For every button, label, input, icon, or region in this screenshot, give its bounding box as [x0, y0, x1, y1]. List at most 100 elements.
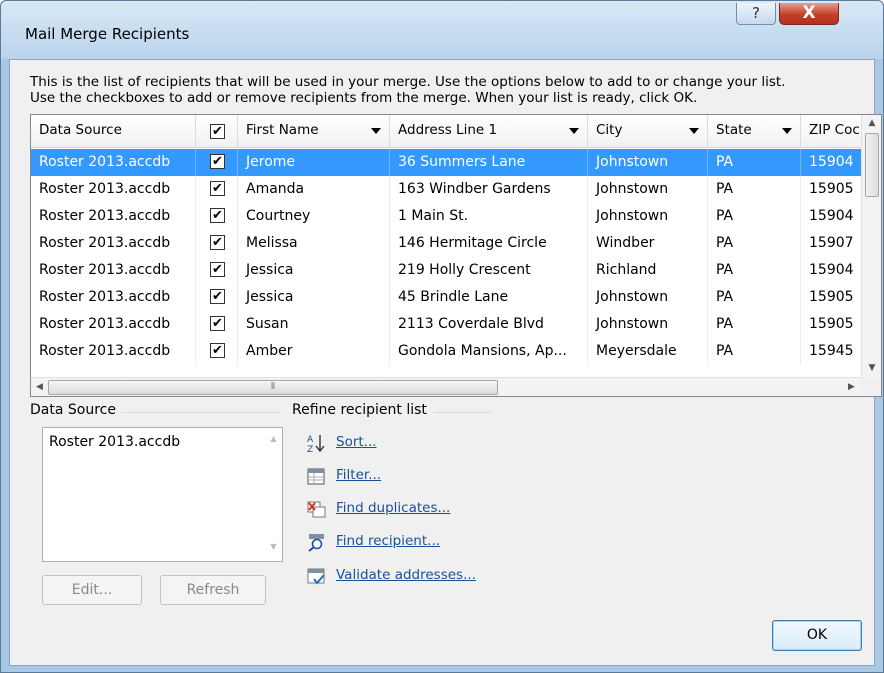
include-checkbox-cell[interactable]: ✔	[196, 149, 238, 176]
find-recipient-link[interactable]: Find recipient...	[336, 530, 440, 552]
include-recipient-checkbox[interactable]: ✔	[210, 181, 225, 196]
chevron-down-icon[interactable]	[371, 128, 381, 134]
table-row[interactable]: Roster 2013.accdb ✔ Courtney 1 Main St. John…	[31, 203, 861, 230]
column-header-state[interactable]: State	[708, 115, 801, 148]
city-cell: Windber	[588, 230, 708, 257]
vertical-scroll-thumb[interactable]	[865, 133, 879, 197]
state-cell: PA	[708, 311, 801, 338]
data-source-cell: Roster 2013.accdb	[31, 338, 196, 365]
column-header-data-source[interactable]: Data Source	[31, 115, 196, 148]
include-recipient-checkbox[interactable]: ✔	[210, 208, 225, 223]
state-cell: PA	[708, 176, 801, 203]
chevron-down-icon[interactable]	[569, 128, 579, 134]
column-header-city[interactable]: City	[588, 115, 708, 148]
find-duplicates-link[interactable]: Find duplicates...	[336, 497, 450, 519]
include-checkbox-cell[interactable]: ✔	[196, 203, 238, 230]
data-source-scrollbar[interactable]: ▲ ▼	[265, 428, 282, 561]
include-checkbox-cell[interactable]: ✔	[196, 338, 238, 365]
scroll-up-icon[interactable]: ▲	[265, 434, 282, 443]
help-button[interactable]: ?	[736, 3, 776, 25]
first-name-cell: Susan	[238, 311, 390, 338]
first-name-cell: Amanda	[238, 176, 390, 203]
scroll-down-icon[interactable]: ▼	[265, 542, 282, 551]
table-row[interactable]: Roster 2013.accdb ✔ Jessica 45 Brindle Lane…	[31, 284, 861, 311]
state-cell: PA	[708, 284, 801, 311]
help-icon: ?	[752, 4, 760, 22]
edit-button[interactable]: Edit...	[42, 575, 142, 605]
table-row[interactable]: Roster 2013.accdb ✔ Amanda 163 Windber Gard…	[31, 176, 861, 203]
filter-icon	[307, 468, 325, 485]
table-row[interactable]: Roster 2013.accdb ✔ Jerome 36 Summers Lane J…	[31, 149, 861, 176]
scroll-up-icon[interactable]: ▲	[862, 115, 881, 132]
mail-merge-recipients-dialog: Mail Merge Recipients ? X This is the li…	[0, 0, 884, 673]
data-source-cell: Roster 2013.accdb	[31, 230, 196, 257]
include-checkbox-cell[interactable]: ✔	[196, 176, 238, 203]
include-checkbox-cell[interactable]: ✔	[196, 257, 238, 284]
city-cell: Meyersdale	[588, 338, 708, 365]
city-cell: Johnstown	[588, 284, 708, 311]
data-source-label: Data Source	[30, 402, 122, 418]
include-recipient-checkbox[interactable]: ✔	[210, 154, 225, 169]
address-cell: Gondola Mansions, Ap...	[390, 338, 588, 365]
include-checkbox-cell[interactable]: ✔	[196, 230, 238, 257]
data-source-item[interactable]: Roster 2013.accdb	[49, 434, 180, 450]
data-source-cell: Roster 2013.accdb	[31, 257, 196, 284]
zip-code-cell: 15904	[809, 154, 854, 170]
recipients-grid[interactable]: Data Source ✔ First Name Address Line 1 …	[30, 114, 882, 397]
refresh-button[interactable]: Refresh	[160, 575, 266, 605]
include-checkbox-cell[interactable]: ✔	[196, 284, 238, 311]
first-name-cell: Amber	[238, 338, 390, 365]
first-name-cell: Jessica	[238, 284, 390, 311]
include-recipient-checkbox[interactable]: ✔	[210, 289, 225, 304]
zip-code-cell: 15905	[809, 181, 854, 197]
find-recipient-icon	[308, 534, 324, 552]
include-recipient-checkbox[interactable]: ✔	[210, 343, 225, 358]
include-checkbox-cell[interactable]: ✔	[196, 311, 238, 338]
include-recipient-checkbox[interactable]: ✔	[210, 235, 225, 250]
column-header-zip-code[interactable]: ZIP Coc	[801, 115, 861, 148]
address-cell: 163 Windber Gardens	[390, 176, 588, 203]
first-name-cell: Jerome	[238, 149, 390, 176]
column-header-checkbox[interactable]: ✔	[196, 115, 238, 148]
address-cell: 219 Holly Crescent	[390, 257, 588, 284]
validate-addresses-link[interactable]: Validate addresses...	[336, 564, 476, 586]
intro-line-1: This is the list of recipients that will…	[30, 74, 786, 90]
table-row[interactable]: Roster 2013.accdb ✔ Jessica 219 Holly Cresc…	[31, 257, 861, 284]
chevron-down-icon[interactable]	[689, 128, 699, 134]
intro-line-2: Use the checkboxes to add or remove reci…	[30, 90, 698, 106]
address-cell: 2113 Coverdale Blvd	[390, 311, 588, 338]
horizontal-scroll-thumb[interactable]: ⦀	[48, 380, 498, 395]
data-source-list[interactable]: Roster 2013.accdb ▲ ▼	[42, 427, 283, 562]
scroll-right-icon[interactable]: ▶	[843, 378, 860, 396]
address-cell: 1 Main St.	[390, 203, 588, 230]
scroll-left-icon[interactable]: ◀	[31, 378, 48, 396]
close-button[interactable]: X	[779, 3, 839, 25]
table-row[interactable]: Roster 2013.accdb ✔ Melissa 146 Hermitage C…	[31, 230, 861, 257]
column-header-address-line-1[interactable]: Address Line 1	[390, 115, 588, 148]
scroll-corner	[861, 377, 881, 396]
zip-code-cell: 15907	[809, 235, 854, 251]
include-recipient-checkbox[interactable]: ✔	[210, 316, 225, 331]
filter-link[interactable]: Filter...	[336, 464, 381, 486]
chevron-down-icon[interactable]	[782, 128, 792, 134]
column-header-first-name[interactable]: First Name	[238, 115, 390, 148]
select-all-checkbox[interactable]: ✔	[210, 124, 225, 139]
intro-text: This is the list of recipients that will…	[30, 74, 860, 106]
address-cell: 45 Brindle Lane	[390, 284, 588, 311]
sort-link[interactable]: Sort...	[336, 431, 377, 453]
refine-recipient-list-label: Refine recipient list	[292, 402, 433, 418]
include-recipient-checkbox[interactable]: ✔	[210, 262, 225, 277]
zip-code-cell: 15905	[809, 316, 854, 332]
table-row[interactable]: Roster 2013.accdb ✔ Amber Gondola Mansions,…	[31, 338, 861, 365]
ok-button[interactable]: OK	[772, 620, 862, 651]
vertical-scrollbar[interactable]: ▲ ▼	[861, 115, 881, 377]
address-cell: 146 Hermitage Circle	[390, 230, 588, 257]
zip-code-cell: 15945	[809, 343, 854, 359]
horizontal-scrollbar[interactable]: ◀ ⦀ ▶	[31, 377, 861, 396]
state-cell: PA	[708, 203, 801, 230]
scroll-down-icon[interactable]: ▼	[862, 360, 881, 377]
table-row[interactable]: Roster 2013.accdb ✔ Susan 2113 Coverdale Bl…	[31, 311, 861, 338]
grid-header: Data Source ✔ First Name Address Line 1 …	[31, 115, 861, 148]
city-cell: Johnstown	[588, 311, 708, 338]
data-source-cell: Roster 2013.accdb	[31, 311, 196, 338]
